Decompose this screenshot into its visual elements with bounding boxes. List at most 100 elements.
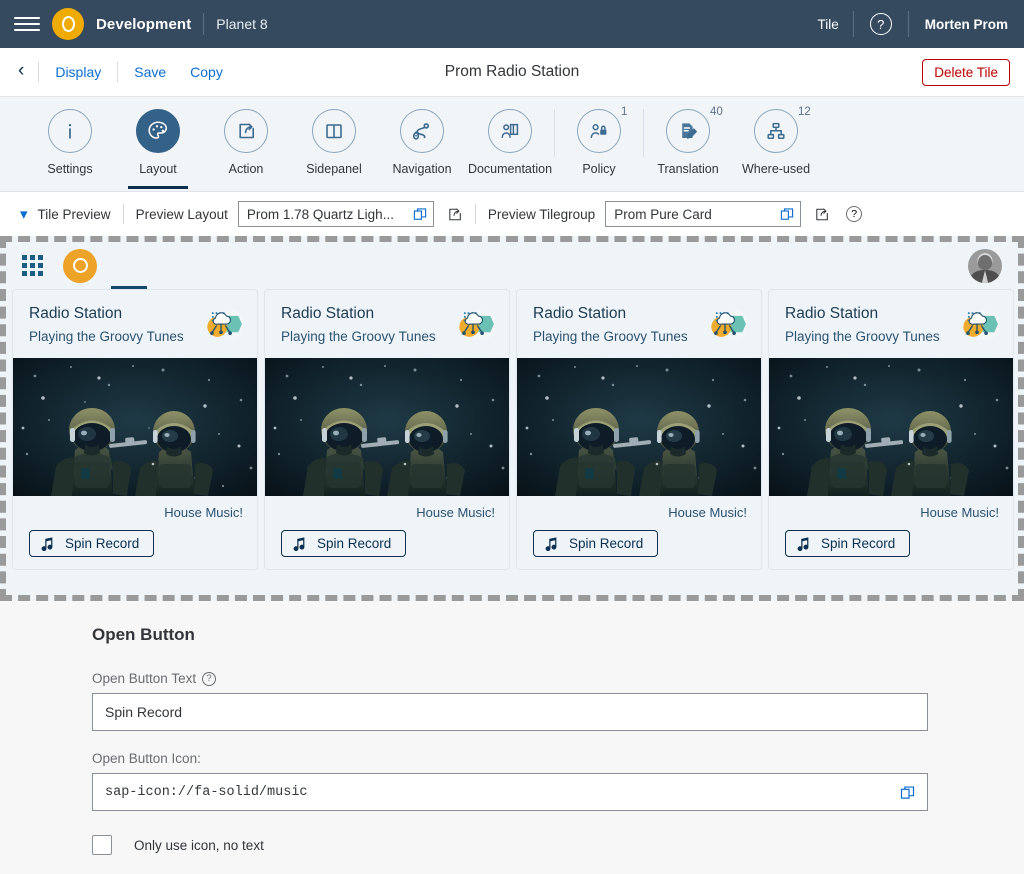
- active-tab-indicator: [111, 286, 147, 289]
- tab-documentation[interactable]: Documentation: [466, 109, 554, 176]
- spin-record-button[interactable]: Spin Record: [533, 529, 659, 557]
- preview-tilegroup-input[interactable]: Prom Pure Card: [605, 201, 802, 227]
- spin-record-label: Spin Record: [569, 535, 644, 551]
- open-button-text-label: Open Button Text ?: [92, 671, 932, 686]
- spin-record-label: Spin Record: [317, 535, 392, 551]
- tab-layout[interactable]: Layout: [114, 109, 202, 189]
- shell-subtitle: Planet 8: [216, 16, 268, 32]
- tab-label: Where-used: [741, 162, 811, 176]
- open-button-text-value: Spin Record: [105, 704, 183, 720]
- card-footer: House Music! Spin Record: [769, 495, 1013, 569]
- help-icon[interactable]: ?: [202, 671, 217, 686]
- open-button-icon-label: Open Button Icon:: [92, 751, 932, 766]
- tile-preview-area: Radio Station Playing the Groovy Tunes H…: [0, 236, 1024, 601]
- tab-label: Documentation: [467, 162, 553, 176]
- value-help-icon[interactable]: [413, 207, 427, 221]
- spin-record-button[interactable]: Spin Record: [29, 529, 155, 557]
- shell-actions: Tile ? Morten Prom: [803, 11, 1010, 37]
- preview-toolbar: ▾ Tile Preview Preview Layout Prom 1.78 …: [0, 192, 1024, 236]
- brand-logo-icon[interactable]: [63, 248, 97, 283]
- iot-cloud-icon: [451, 305, 495, 345]
- card-header: Radio Station Playing the Groovy Tunes: [13, 290, 257, 358]
- divider: [117, 62, 119, 82]
- help-icon[interactable]: ?: [846, 206, 863, 222]
- card-note: House Music!: [416, 504, 495, 520]
- tile-card[interactable]: Radio Station Playing the Groovy Tunes H…: [12, 289, 258, 570]
- user-menu[interactable]: Morten Prom: [909, 17, 1010, 32]
- music-note-icon: [40, 536, 55, 551]
- info-icon: [48, 109, 92, 153]
- tab-policy[interactable]: 1 Policy: [555, 106, 643, 176]
- iot-cloud-icon: [703, 305, 747, 345]
- save-button[interactable]: Save: [122, 60, 178, 84]
- tab-where-used[interactable]: 12 Where-used: [732, 106, 820, 176]
- card-header: Radio Station Playing the Groovy Tunes: [769, 290, 1013, 358]
- tab-settings[interactable]: Settings: [26, 109, 114, 176]
- card-image: [265, 357, 509, 496]
- label-text: Open Button Text: [92, 671, 197, 686]
- value-help-icon[interactable]: [900, 785, 915, 800]
- back-chevron-icon[interactable]: ‹: [14, 61, 34, 83]
- open-tilegroup-external-icon[interactable]: [813, 206, 830, 223]
- spin-record-button[interactable]: Spin Record: [785, 529, 911, 557]
- card-note: House Music!: [164, 504, 243, 520]
- tile-card[interactable]: Radio Station Playing the Groovy Tunes H…: [768, 289, 1014, 570]
- preview-layout-label: Preview Layout: [135, 206, 228, 222]
- card-header: Radio Station Playing the Groovy Tunes: [265, 290, 509, 358]
- open-button-text-input[interactable]: Spin Record: [92, 693, 928, 731]
- tile-card[interactable]: Radio Station Playing the Groovy Tunes H…: [516, 289, 762, 570]
- hamburger-menu-icon[interactable]: [14, 11, 40, 37]
- tab-sidepanel[interactable]: Sidepanel: [290, 109, 378, 176]
- sub-header: ‹ Display Save Copy Prom Radio Station D…: [0, 48, 1024, 97]
- tile-card[interactable]: Radio Station Playing the Groovy Tunes H…: [264, 289, 510, 570]
- spin-record-button[interactable]: Spin Record: [281, 529, 407, 557]
- open-button-text-row: Open Button Text ? Spin Record: [92, 671, 932, 731]
- preview-layout-input[interactable]: Prom 1.78 Quartz Ligh...: [237, 201, 434, 227]
- shell-title: Development: [96, 15, 192, 33]
- tile-preview-label: Tile Preview: [37, 206, 111, 222]
- delete-tile-button[interactable]: Delete Tile: [922, 58, 1010, 86]
- shell-divider: [203, 13, 205, 35]
- card-image: [13, 357, 257, 496]
- card-title: Radio Station: [785, 305, 879, 322]
- brand-logo-icon[interactable]: [52, 8, 84, 40]
- chevron-down-icon[interactable]: ▾: [14, 205, 38, 223]
- preview-layout-value: Prom 1.78 Quartz Ligh...: [246, 206, 394, 222]
- person-lock-icon: [577, 109, 621, 153]
- open-button-icon-input[interactable]: sap-icon://fa-solid/music: [92, 773, 928, 811]
- divider: [122, 204, 124, 224]
- shell-bar: Development Planet 8 Tile ? Morten Prom: [0, 0, 1024, 48]
- shell-item-tile[interactable]: Tile: [803, 17, 852, 32]
- value-help-icon[interactable]: [780, 207, 794, 221]
- tab-navigation[interactable]: Navigation: [378, 109, 466, 176]
- route-icon: [400, 109, 444, 153]
- badge-count: 40: [710, 106, 723, 118]
- spin-record-label: Spin Record: [65, 535, 140, 551]
- section-title: Open Button: [92, 625, 195, 644]
- palette-icon: [136, 109, 180, 153]
- tab-translation[interactable]: 40 Translation: [644, 106, 732, 176]
- display-button[interactable]: Display: [43, 60, 113, 84]
- iot-cloud-icon: [955, 305, 999, 345]
- card-note: House Music!: [668, 504, 747, 520]
- only-icon-checkbox[interactable]: [92, 835, 112, 855]
- iot-cloud-icon: [199, 305, 243, 345]
- help-icon[interactable]: ?: [869, 13, 892, 35]
- card-footer: House Music! Spin Record: [265, 495, 509, 569]
- copy-button[interactable]: Copy: [178, 60, 235, 84]
- tab-label: Settings: [47, 162, 93, 176]
- shell-divider-2: [852, 11, 854, 37]
- tab-label: Layout: [139, 162, 177, 176]
- preview-app-bar: [6, 242, 1018, 289]
- card-title: Radio Station: [281, 305, 375, 322]
- music-note-icon: [292, 536, 307, 551]
- tab-action[interactable]: Action: [202, 109, 290, 176]
- card-note: House Music!: [920, 504, 999, 520]
- card-image: [769, 357, 1013, 496]
- app-grid-icon[interactable]: [22, 255, 43, 276]
- card-footer: House Music! Spin Record: [13, 495, 257, 569]
- card-subtitle: Playing the Groovy Tunes: [281, 329, 436, 345]
- avatar[interactable]: [968, 248, 1002, 283]
- open-layout-external-icon[interactable]: [446, 206, 463, 223]
- card-subtitle: Playing the Groovy Tunes: [29, 329, 184, 345]
